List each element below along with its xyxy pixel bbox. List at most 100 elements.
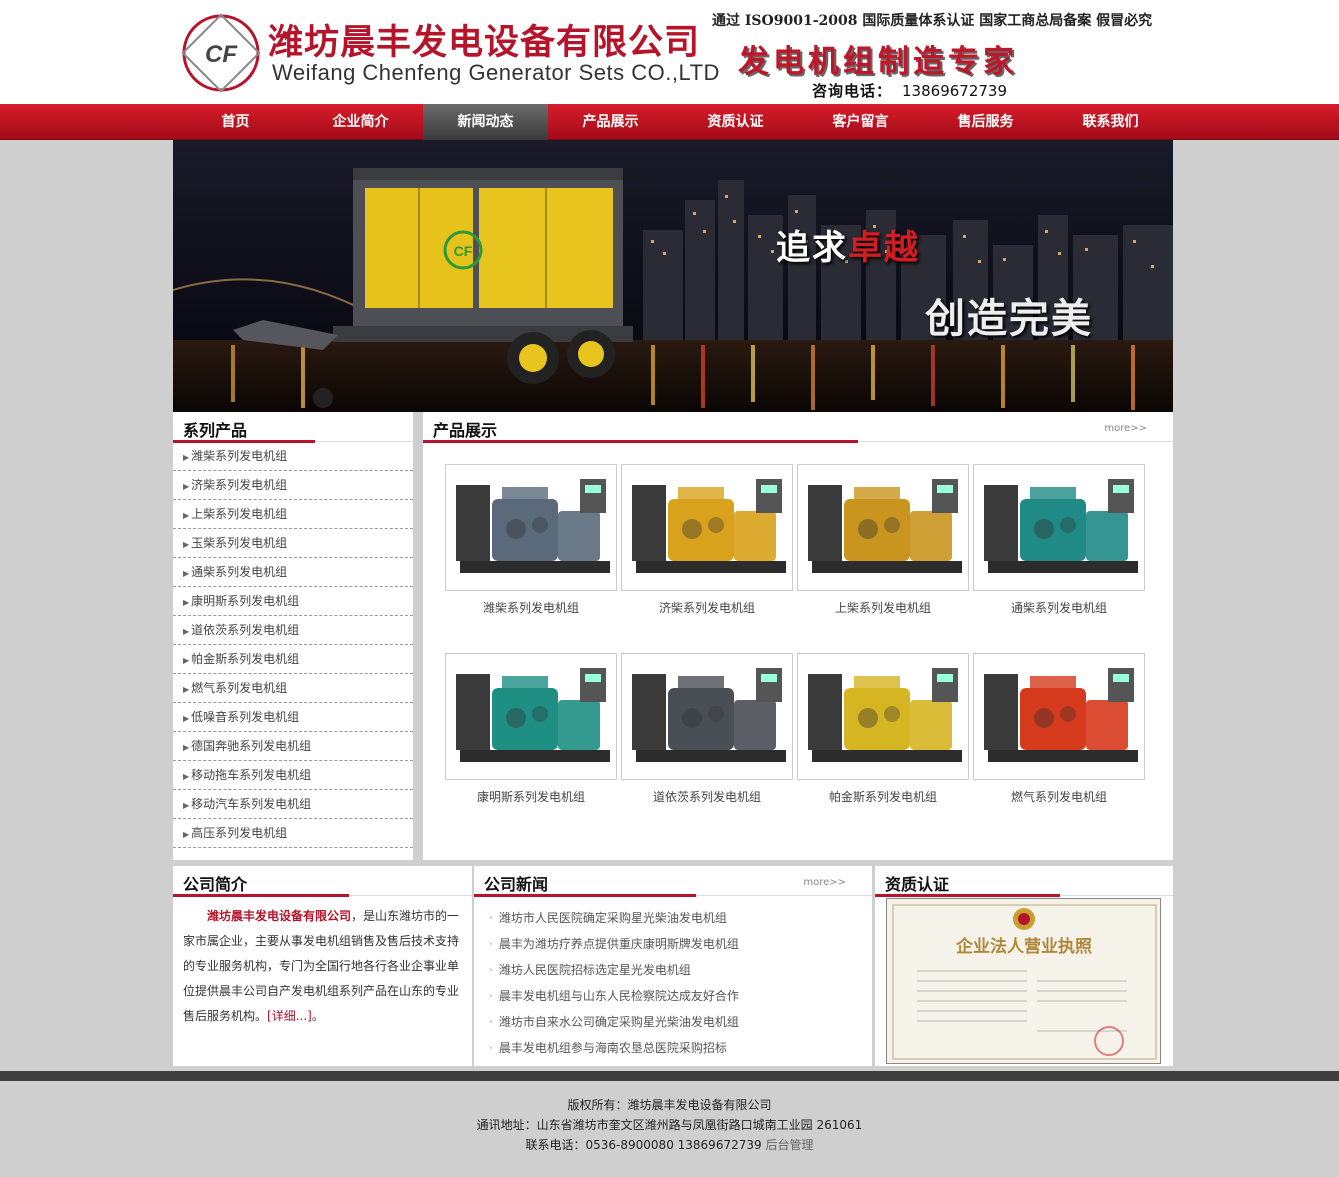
sidebar-series-item[interactable]: ▶ 玉柴系列发电机组 (173, 529, 413, 558)
sidebar-title: 系列产品 (183, 421, 248, 440)
product-label[interactable]: 道依茨系列发电机组 (621, 788, 793, 805)
arrow-right-icon: ▶ (183, 685, 190, 694)
product-card[interactable]: 康明斯系列发电机组 (445, 653, 617, 805)
product-label[interactable]: 康明斯系列发电机组 (445, 788, 617, 805)
company-logo-icon[interactable]: CF (180, 12, 262, 94)
arrow-right-icon: ▶ (183, 801, 190, 810)
series-item-label: 玉柴系列发电机组 (191, 536, 288, 550)
product-card[interactable]: 道依茨系列发电机组 (621, 653, 793, 805)
series-item-label: 帕金斯系列发电机组 (191, 652, 300, 666)
product-card[interactable]: 上柴系列发电机组 (797, 464, 969, 616)
product-image[interactable] (973, 464, 1145, 591)
intro-detail-link[interactable]: [详细...] (267, 1009, 312, 1023)
arrow-right-icon: ▶ (183, 511, 190, 520)
arrow-right-icon: ▶ (183, 598, 190, 607)
arrow-right-icon: ▶ (183, 627, 190, 636)
arrow-right-icon: ▶ (183, 569, 190, 578)
nav-guestbook[interactable]: 客户留言 (798, 104, 923, 140)
business-license-image[interactable]: 企业法人营业执照 (886, 898, 1161, 1064)
products-title-underline (423, 440, 858, 443)
footer-contact: 联系电话：0536-8900080 13869672739 后台管理 (0, 1135, 1339, 1155)
nav-products[interactable]: 产品展示 (548, 104, 673, 140)
product-image[interactable] (445, 653, 617, 780)
product-image[interactable] (797, 653, 969, 780)
arrow-right-icon: ▶ (183, 656, 190, 665)
sidebar-series-item[interactable]: ▶ 移动汽车系列发电机组 (173, 790, 413, 819)
news-item-title: 晨丰发电机组参与海南农垦总医院采购招标 (498, 1041, 727, 1055)
banner-illustration: CF (173, 140, 1173, 412)
cert-title-underline (875, 894, 1060, 897)
nav-about[interactable]: 企业简介 (298, 104, 423, 140)
product-card[interactable]: 燃气系列发电机组 (973, 653, 1145, 805)
news-more-link[interactable]: more>> (803, 877, 846, 888)
sidebar-title-underline (173, 440, 315, 443)
banner-headline-1: 追求卓越 (776, 220, 920, 269)
admin-link[interactable]: 后台管理 (765, 1138, 813, 1152)
sidebar-series-item[interactable]: ▶ 德国奔驰系列发电机组 (173, 732, 413, 761)
generator-illustration (798, 465, 968, 590)
product-label[interactable]: 潍柴系列发电机组 (445, 599, 617, 616)
sidebar-series-item[interactable]: ▶ 道依茨系列发电机组 (173, 616, 413, 645)
product-image[interactable] (445, 464, 617, 591)
product-image[interactable] (973, 653, 1145, 780)
series-item-label: 康明斯系列发电机组 (191, 594, 300, 608)
generator-illustration (446, 465, 616, 590)
sidebar-series-item[interactable]: ▶ 高压系列发电机组 (173, 819, 413, 848)
product-card[interactable]: 帕金斯系列发电机组 (797, 653, 969, 805)
generator-illustration (446, 654, 616, 779)
product-label[interactable]: 济柴系列发电机组 (621, 599, 793, 616)
product-image[interactable] (621, 653, 793, 780)
product-card[interactable]: 济柴系列发电机组 (621, 464, 793, 616)
product-image[interactable] (797, 464, 969, 591)
sidebar-series-item[interactable]: ▶ 移动拖车系列发电机组 (173, 761, 413, 790)
sidebar-series-item[interactable]: ▶ 帕金斯系列发电机组 (173, 645, 413, 674)
product-card[interactable]: 通柴系列发电机组 (973, 464, 1145, 616)
news-item[interactable]: · 潍坊市自来水公司确定采购星光柴油发电机组 (489, 1009, 859, 1035)
bullet-icon: · (489, 1041, 493, 1055)
news-list: · 潍坊市人民医院确定采购星光柴油发电机组 · 晨丰为潍坊疗养点提供重庆康明斯牌发电机… (489, 905, 859, 1061)
product-card[interactable]: 潍柴系列发电机组 (445, 464, 617, 616)
sidebar-series-item[interactable]: ▶ 潍柴系列发电机组 (173, 442, 413, 471)
intro-company-name: 潍坊晨丰发电设备有限公司 (207, 909, 352, 923)
sidebar-series-item[interactable]: ▶ 康明斯系列发电机组 (173, 587, 413, 616)
arrow-right-icon: ▶ (183, 453, 190, 462)
news-item[interactable]: · 晨丰发电机组与山东人民检察院达成友好合作 (489, 983, 859, 1009)
series-list: ▶ 潍柴系列发电机组 ▶ 济柴系列发电机组 ▶ 上柴系列发电机组 ▶ 玉柴系列发电机组 ▶ 通柴系… (173, 442, 413, 848)
news-item[interactable]: · 晨丰发电机组参与海南农垦总医院采购招标 (489, 1035, 859, 1061)
series-item-label: 德国奔驰系列发电机组 (191, 739, 312, 753)
site-header: CF 潍坊晨丰发电设备有限公司 Weifang Chenfeng Generat… (0, 0, 1339, 104)
sidebar-series-item[interactable]: ▶ 济柴系列发电机组 (173, 471, 413, 500)
product-label[interactable]: 上柴系列发电机组 (797, 599, 969, 616)
nav-certification[interactable]: 资质认证 (673, 104, 798, 140)
news-item-title: 晨丰为潍坊疗养点提供重庆康明斯牌发电机组 (498, 937, 739, 951)
sidebar-series-item[interactable]: ▶ 通柴系列发电机组 (173, 558, 413, 587)
arrow-right-icon: ▶ (183, 830, 190, 839)
nav-contact[interactable]: 联系我们 (1048, 104, 1173, 140)
product-image[interactable] (621, 464, 793, 591)
company-news: 公司新闻 more>> · 潍坊市人民医院确定采购星光柴油发电机组 · 晨丰为潍坊疗养… (474, 866, 872, 1066)
hotline-number: 13869672739 (902, 82, 1007, 100)
nav-home[interactable]: 首页 (173, 104, 298, 140)
hotline: 咨询电话： 13869672739 (812, 80, 1007, 101)
bullet-icon: · (489, 989, 493, 1003)
footer-divider (0, 1071, 1339, 1081)
arrow-right-icon: ▶ (183, 540, 190, 549)
nav-news[interactable]: 新闻动态 (423, 104, 548, 140)
product-label[interactable]: 通柴系列发电机组 (973, 599, 1145, 616)
main-navigation: 首页 企业简介 新闻动态 产品展示 资质认证 客户留言 售后服务 联系我们 (0, 104, 1339, 140)
sidebar-series-item[interactable]: ▶ 燃气系列发电机组 (173, 674, 413, 703)
news-item[interactable]: · 潍坊人民医院招标选定星光发电机组 (489, 957, 859, 983)
products-more-link[interactable]: more>> (1104, 423, 1147, 434)
news-item[interactable]: · 潍坊市人民医院确定采购星光柴油发电机组 (489, 905, 859, 931)
product-label[interactable]: 帕金斯系列发电机组 (797, 788, 969, 805)
sidebar-series-item[interactable]: ▶ 低噪音系列发电机组 (173, 703, 413, 732)
news-item-title: 潍坊市自来水公司确定采购星光柴油发电机组 (498, 1015, 739, 1029)
banner-headline-highlight: 卓越 (848, 228, 920, 268)
sidebar-header: 系列产品 (173, 412, 413, 443)
news-item[interactable]: · 晨丰为潍坊疗养点提供重庆康明斯牌发电机组 (489, 931, 859, 957)
nav-service[interactable]: 售后服务 (923, 104, 1048, 140)
bullet-icon: · (489, 963, 493, 977)
site-footer: 版权所有：潍坊晨丰发电设备有限公司 通讯地址：山东省潍坊市奎文区潍州路与凤凰街路… (0, 1081, 1339, 1177)
product-label[interactable]: 燃气系列发电机组 (973, 788, 1145, 805)
sidebar-series-item[interactable]: ▶ 上柴系列发电机组 (173, 500, 413, 529)
